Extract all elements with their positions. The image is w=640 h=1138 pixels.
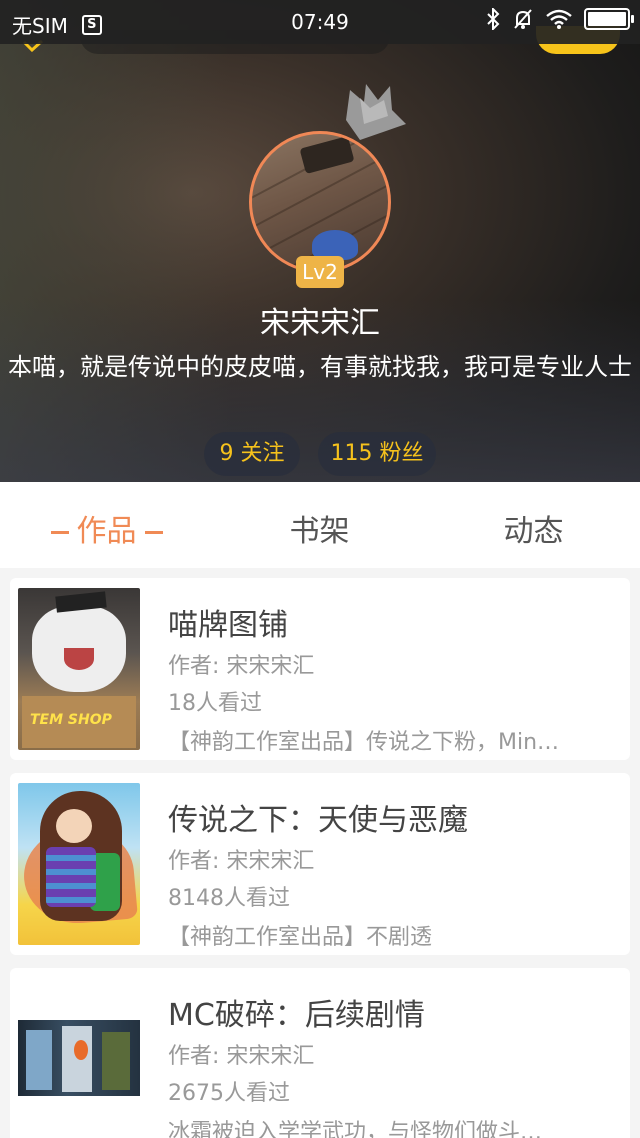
cover-detail bbox=[56, 809, 92, 843]
work-title: MC破碎：后续剧情 bbox=[168, 998, 425, 1033]
cover-sign-text: TEM SHOP bbox=[30, 712, 112, 728]
profile-screen: Lv2 宋宋宋汇 本喵，就是传说中的皮皮喵，有事就找我，我可是专业人士 9 关注… bbox=[0, 0, 640, 1138]
work-author: 作者: 宋宋宋汇 bbox=[168, 654, 315, 679]
active-tab-indicator bbox=[144, 531, 163, 534]
username: 宋宋宋汇 bbox=[260, 306, 380, 341]
cover-detail bbox=[102, 1032, 130, 1090]
work-description: 【神韵工作室出品】不剧透 bbox=[168, 925, 433, 950]
work-views: 18人看过 bbox=[168, 691, 262, 716]
cover-detail bbox=[64, 648, 94, 670]
work-views: 8148人看过 bbox=[168, 886, 290, 911]
work-description: 冰霜被迫入学学武功，与怪物们做斗… bbox=[168, 1120, 543, 1138]
battery-level bbox=[588, 12, 626, 26]
profile-header: Lv2 宋宋宋汇 本喵，就是传说中的皮皮喵，有事就找我，我可是专业人士 9 关注… bbox=[0, 0, 640, 482]
avatar[interactable] bbox=[249, 131, 391, 273]
fans-count-button[interactable]: 115 粉丝 bbox=[318, 432, 436, 476]
wifi-icon bbox=[546, 9, 572, 29]
status-bar: 无SIM S 07:49 bbox=[0, 0, 640, 44]
work-author: 作者: 宋宋宋汇 bbox=[168, 849, 315, 874]
tab-bookshelf[interactable]: 书架 bbox=[213, 506, 426, 550]
user-bio: 本喵，就是传说中的皮皮喵，有事就找我，我可是专业人士 bbox=[8, 353, 632, 381]
work-card[interactable]: MC破碎：后续剧情 作者: 宋宋宋汇 2675人看过 冰霜被迫入学学武功，与怪物… bbox=[10, 968, 630, 1138]
battery-icon bbox=[584, 8, 634, 30]
level-badge: Lv2 bbox=[296, 256, 344, 288]
profile-tabs: 作品 书架 动态 bbox=[0, 482, 640, 568]
cover-detail bbox=[26, 1030, 52, 1090]
following-count-button[interactable]: 9 关注 bbox=[204, 432, 300, 476]
status-bar-right bbox=[486, 8, 634, 30]
bluetooth-icon bbox=[487, 8, 500, 30]
avatar-detail bbox=[299, 135, 355, 175]
work-title: 喵牌图铺 bbox=[168, 608, 288, 643]
mute-bell-icon bbox=[514, 9, 532, 29]
tab-label: 作品 bbox=[76, 514, 137, 549]
work-views: 2675人看过 bbox=[168, 1081, 290, 1106]
tab-activity[interactable]: 动态 bbox=[427, 506, 640, 550]
work-cover-image: TEM SHOP bbox=[18, 588, 140, 750]
work-title: 传说之下：天使与恶魔 bbox=[168, 803, 468, 838]
work-cover-image bbox=[18, 978, 140, 1138]
works-list: TEM SHOP 喵牌图铺 作者: 宋宋宋汇 18人看过 【神韵工作室出品】传说… bbox=[0, 568, 640, 1138]
work-description: 【神韵工作室出品】传说之下粉，Min… bbox=[168, 730, 560, 755]
cover-detail bbox=[46, 847, 96, 907]
work-author: 作者: 宋宋宋汇 bbox=[168, 1044, 315, 1069]
tab-works[interactable]: 作品 bbox=[0, 506, 213, 550]
cover-detail bbox=[74, 1040, 88, 1060]
crown-icon bbox=[346, 84, 406, 140]
work-card[interactable]: TEM SHOP 喵牌图铺 作者: 宋宋宋汇 18人看过 【神韵工作室出品】传说… bbox=[10, 578, 630, 760]
work-cover-image bbox=[18, 783, 140, 945]
work-card[interactable]: 传说之下：天使与恶魔 作者: 宋宋宋汇 8148人看过 【神韵工作室出品】不剧透 bbox=[10, 773, 630, 955]
active-tab-indicator bbox=[50, 531, 69, 534]
